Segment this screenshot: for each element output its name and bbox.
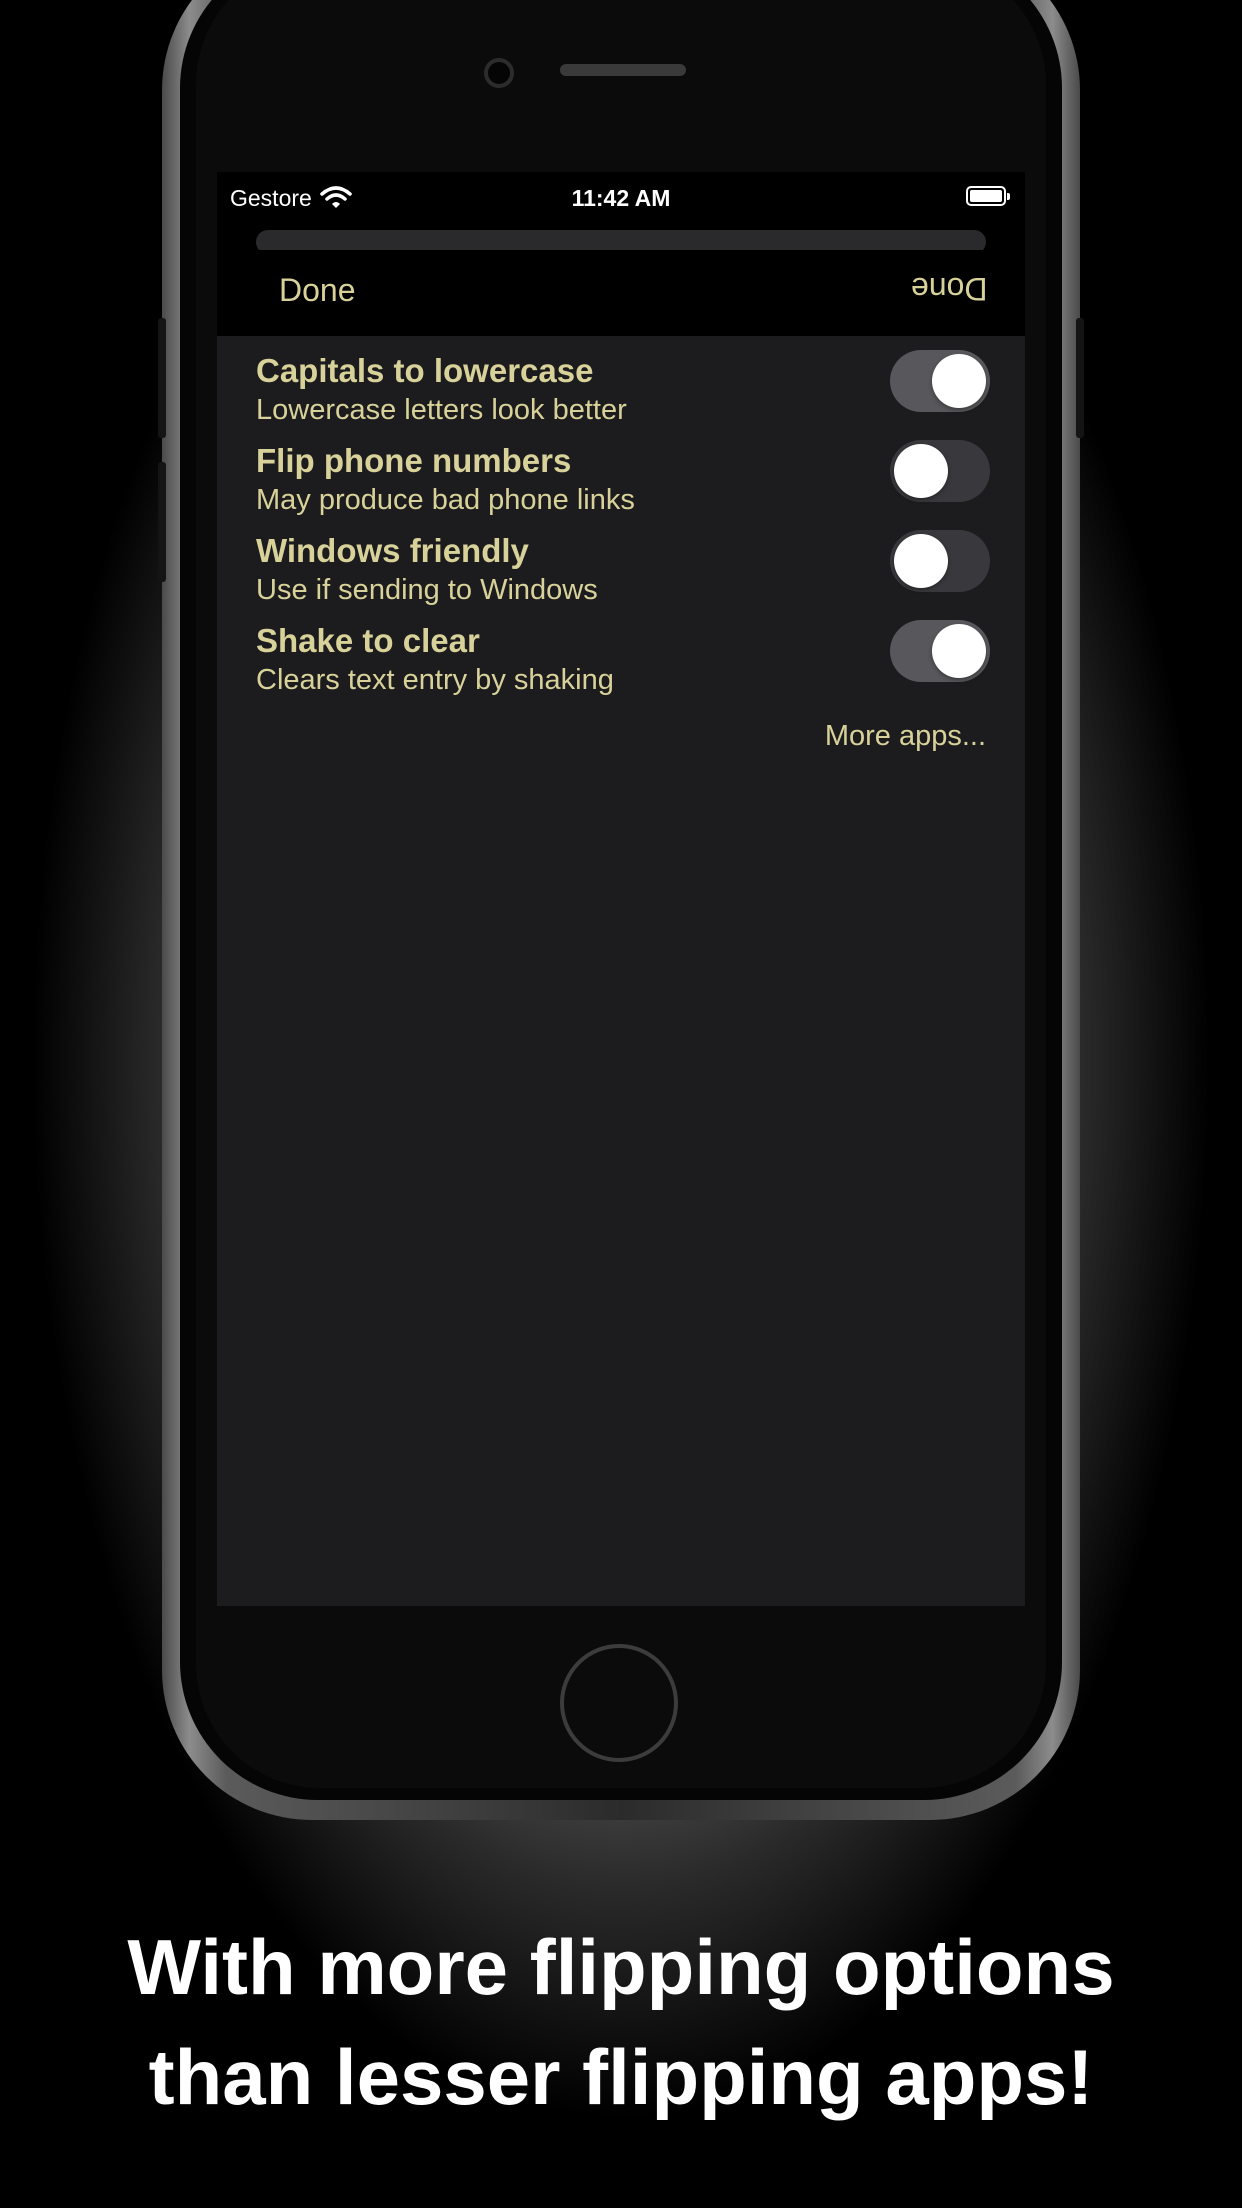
status-bar: Gestore 11:42 AM	[217, 172, 1025, 254]
setting-row-flip-phone: Flip phone numbers May produce bad phone…	[217, 440, 1025, 530]
setting-title: Flip phone numbers	[256, 442, 572, 479]
setting-title: Capitals to lowercase	[256, 352, 594, 389]
status-time: 11:42 AM	[571, 185, 671, 211]
more-apps-link[interactable]: More apps...	[825, 720, 986, 753]
nav-bar: Done Done	[217, 250, 1025, 336]
volume-down-button	[158, 462, 166, 582]
done-button[interactable]: Done	[279, 272, 356, 309]
setting-row-shake: Shake to clear Clears text entry by shak…	[217, 620, 1025, 710]
battery-icon	[966, 186, 1010, 206]
setting-row-capitals: Capitals to lowercase Lowercase letters …	[217, 350, 1025, 440]
done-flipped-button[interactable]: Done	[911, 270, 988, 307]
volume-up-button	[158, 318, 166, 438]
windows-toggle[interactable]	[890, 530, 990, 592]
setting-title: Shake to clear	[256, 622, 480, 659]
setting-subtitle: May produce bad phone links	[256, 484, 635, 516]
app-screen: Gestore 11:42 AM Done Done Capitals to l…	[217, 172, 1025, 1606]
setting-subtitle: Use if sending to Windows	[256, 574, 598, 606]
home-button	[560, 1644, 678, 1762]
caption-line-1: With more flipping options	[127, 1923, 1115, 2011]
earpiece-speaker	[560, 64, 686, 76]
flip-phone-toggle[interactable]	[890, 440, 990, 502]
setting-title: Windows friendly	[256, 532, 529, 569]
setting-subtitle: Clears text entry by shaking	[256, 664, 614, 696]
shake-toggle[interactable]	[890, 620, 990, 682]
caption-line-2: than lesser flipping apps!	[148, 2033, 1094, 2121]
setting-subtitle: Lowercase letters look better	[256, 394, 627, 426]
power-button	[1076, 318, 1084, 438]
front-camera	[484, 58, 514, 88]
setting-row-windows: Windows friendly Use if sending to Windo…	[217, 530, 1025, 620]
capitals-toggle[interactable]	[890, 350, 990, 412]
